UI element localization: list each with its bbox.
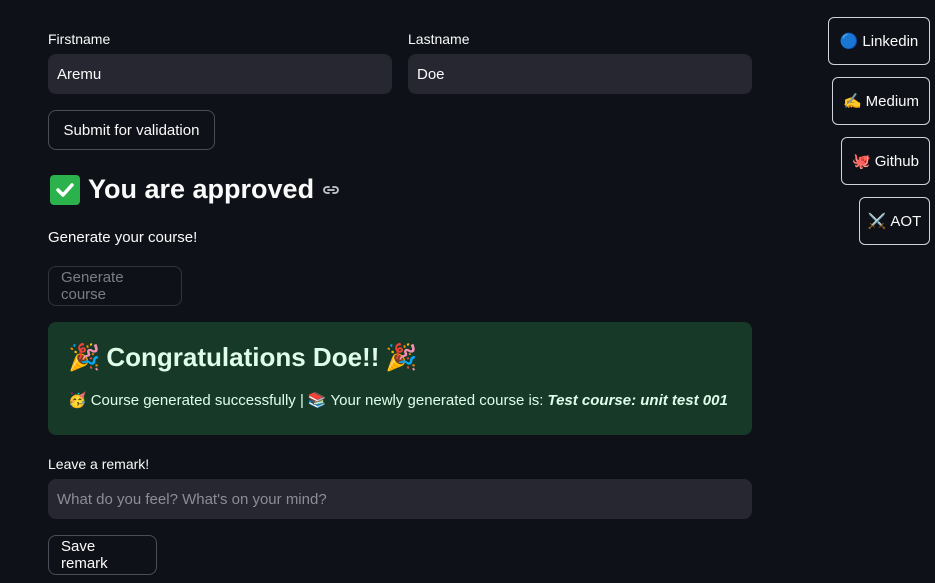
generate-prompt: Generate your course!	[48, 229, 198, 246]
firstname-label: Firstname	[48, 31, 111, 47]
submit-validation-button[interactable]: Submit for validation	[48, 110, 215, 150]
check-icon	[50, 174, 80, 205]
save-remark-button[interactable]: Save remark	[48, 535, 157, 575]
medium-label: Medium	[865, 92, 920, 110]
approved-heading: You are approved	[50, 174, 340, 205]
remark-label: Leave a remark!	[48, 456, 150, 472]
generated-text: Course generated successfully |	[90, 391, 304, 409]
party-face-icon: 🥳	[68, 392, 87, 409]
approved-title: You are approved	[88, 174, 315, 204]
books-icon: 📚	[307, 392, 327, 409]
anchor-link-icon[interactable]	[322, 181, 340, 199]
congrats-text: Congratulations Doe!!	[106, 342, 380, 372]
aot-button[interactable]: ⚔️ AOT	[859, 197, 930, 245]
writing-hand-icon: ✍️	[842, 93, 862, 110]
crossed-swords-icon: ⚔️	[867, 213, 887, 230]
remark-input[interactable]: What do you feel? What's on your mind?	[48, 479, 752, 519]
octopus-icon: 🐙	[852, 153, 871, 170]
generate-course-button[interactable]: Generate course	[48, 266, 182, 306]
party-popper-icon: 🎉	[68, 342, 101, 372]
github-button[interactable]: 🐙 Github	[841, 137, 930, 185]
lastname-label: Lastname	[408, 31, 470, 47]
lastname-input[interactable]: Doe	[408, 54, 752, 94]
github-label: Github	[874, 152, 919, 170]
success-message: 🥳 Course generated successfully | 📚 Your…	[68, 391, 732, 410]
aot-label: AOT	[890, 212, 922, 230]
party-popper-icon: 🎉	[385, 342, 418, 372]
linkedin-label: Linkedin	[862, 32, 919, 50]
course-prefix: Your newly generated course is:	[330, 391, 544, 409]
congrats-heading: 🎉 Congratulations Doe!! 🎉	[68, 342, 732, 373]
course-name: Test course: unit test 001	[547, 391, 728, 409]
blue-circle-icon: 🔵	[839, 33, 859, 50]
success-alert: 🎉 Congratulations Doe!! 🎉 🥳 Course gener…	[48, 322, 752, 435]
firstname-input[interactable]: Aremu	[48, 54, 392, 94]
linkedin-button[interactable]: 🔵 Linkedin	[828, 17, 930, 65]
medium-button[interactable]: ✍️ Medium	[832, 77, 930, 125]
